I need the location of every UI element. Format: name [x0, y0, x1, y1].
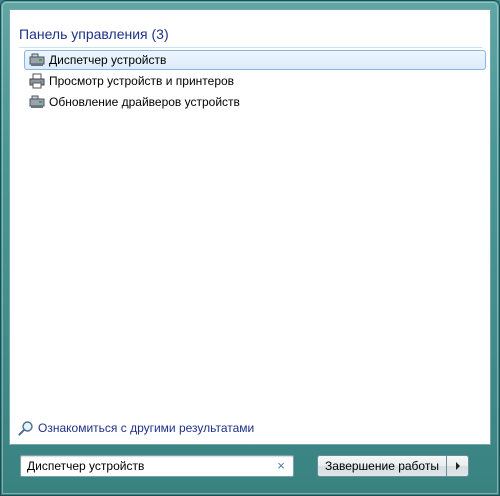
result-item-update-drivers[interactable]: Обновление драйверов устройств — [24, 92, 486, 112]
result-item-label: Обновление драйверов устройств — [49, 95, 240, 109]
result-item-devices-printers[interactable]: Просмотр устройств и принтеров — [24, 71, 486, 91]
search-box[interactable]: × — [20, 455, 294, 477]
printer-icon — [29, 73, 45, 89]
clear-search-icon[interactable]: × — [275, 459, 287, 473]
result-item-label: Просмотр устройств и принтеров — [49, 74, 235, 88]
result-item-label: Диспетчер устройств — [49, 53, 167, 67]
group-divider — [19, 47, 482, 48]
search-results-panel: Панель управления (3) Диспетчер устройст… — [9, 9, 491, 445]
device-manager-icon — [29, 52, 45, 68]
triangle-right-icon — [455, 462, 460, 470]
more-results-label: Ознакомиться с другими результатами — [38, 421, 255, 435]
magnifier-icon — [18, 420, 34, 436]
result-list: Диспетчер устройств Просмотр устройств и… — [24, 50, 486, 113]
group-header-control-panel[interactable]: Панель управления (3) — [19, 26, 169, 42]
search-input[interactable] — [27, 458, 267, 474]
start-menu-frame: Панель управления (3) Диспетчер устройст… — [0, 0, 500, 496]
result-item-device-manager[interactable]: Диспетчер устройств — [24, 50, 486, 70]
shutdown-options-button[interactable] — [447, 455, 469, 477]
shutdown-button[interactable]: Завершение работы — [317, 455, 447, 477]
device-manager-icon — [29, 94, 45, 110]
more-results-link[interactable]: Ознакомиться с другими результатами — [18, 420, 254, 436]
shutdown-control: Завершение работы — [317, 455, 469, 477]
